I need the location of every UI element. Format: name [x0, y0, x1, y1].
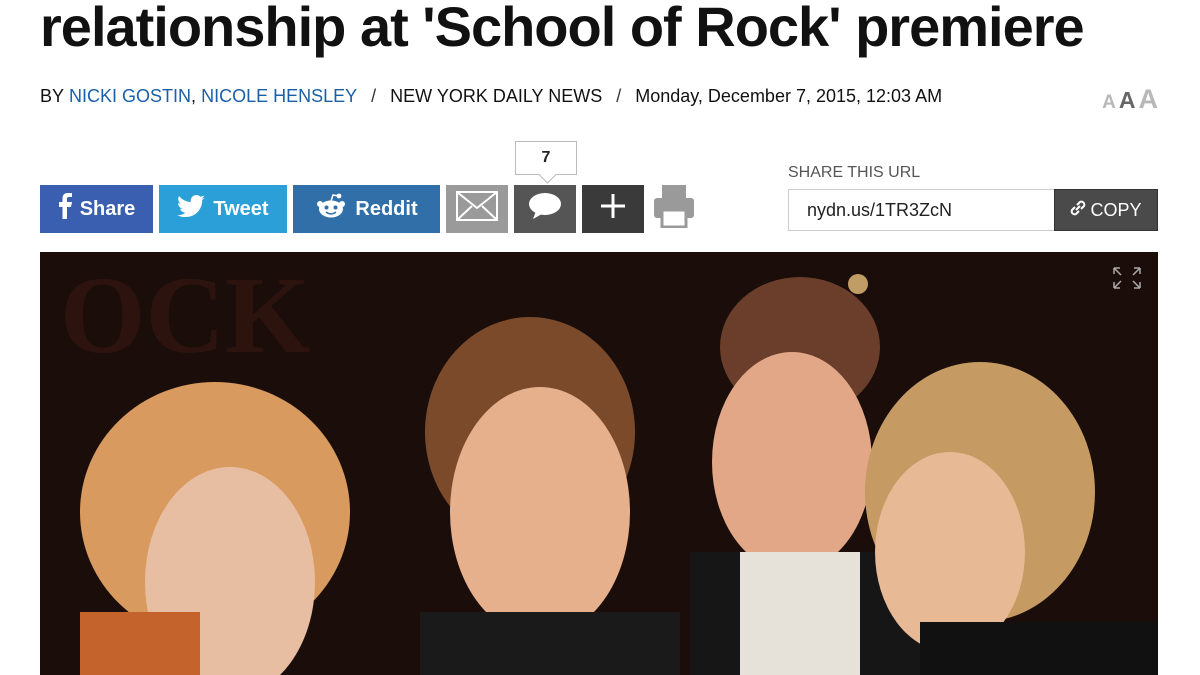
- twitter-icon: [177, 195, 206, 223]
- twitter-tweet-label: Tweet: [213, 197, 269, 220]
- text-size-large-button[interactable]: A: [1139, 84, 1159, 115]
- share-url-label: SHARE THIS URL: [788, 164, 921, 181]
- more-share-button[interactable]: [582, 185, 644, 233]
- article-headline: relationship at 'School of Rock' premier…: [40, 0, 1085, 58]
- twitter-tweet-button[interactable]: Tweet: [159, 185, 287, 233]
- author-separator: ,: [191, 86, 197, 106]
- reddit-share-button[interactable]: Reddit: [293, 185, 440, 233]
- comments-button[interactable]: [514, 185, 576, 233]
- text-size-medium-button[interactable]: A: [1119, 87, 1136, 114]
- facebook-icon: [58, 193, 72, 225]
- share-url-input[interactable]: [788, 189, 1054, 231]
- comment-icon: [528, 192, 562, 226]
- print-icon: [653, 184, 695, 234]
- photo-scene: OCK: [40, 252, 1158, 675]
- byline-slash-1: /: [371, 86, 377, 106]
- text-size-controls: A A A: [1102, 84, 1158, 115]
- article-photo[interactable]: OCK: [40, 252, 1158, 675]
- reddit-icon: [315, 193, 347, 225]
- author-link-2[interactable]: NICOLE HENSLEY: [201, 86, 357, 107]
- facebook-share-button[interactable]: Share: [40, 185, 153, 233]
- email-icon: [456, 191, 498, 227]
- byline: BY NICKI GOSTIN, NICOLE HENSLEY / NEW YO…: [40, 86, 942, 107]
- text-size-small-button[interactable]: A: [1102, 92, 1116, 114]
- author-link-1[interactable]: NICKI GOSTIN: [69, 86, 191, 107]
- svg-text:OCK: OCK: [60, 254, 311, 376]
- share-url-box: COPY: [788, 189, 1158, 231]
- email-share-button[interactable]: [446, 185, 508, 233]
- copy-label: COPY: [1090, 199, 1142, 220]
- publish-date: Monday, December 7, 2015, 12:03 AM: [635, 86, 943, 106]
- plus-icon: [599, 192, 627, 226]
- copy-url-button[interactable]: COPY: [1054, 189, 1158, 231]
- facebook-share-label: Share: [79, 197, 136, 220]
- comment-count-badge[interactable]: 7: [515, 141, 577, 175]
- byline-prefix: BY: [40, 86, 65, 106]
- expand-icon[interactable]: [1112, 266, 1142, 295]
- share-bar: Share Tweet Reddit: [40, 185, 698, 233]
- print-button[interactable]: [650, 185, 698, 233]
- publication-name: NEW YORK DAILY NEWS: [390, 86, 603, 106]
- byline-slash-2: /: [616, 86, 622, 106]
- reddit-share-label: Reddit: [355, 197, 418, 220]
- link-icon: [1070, 199, 1086, 222]
